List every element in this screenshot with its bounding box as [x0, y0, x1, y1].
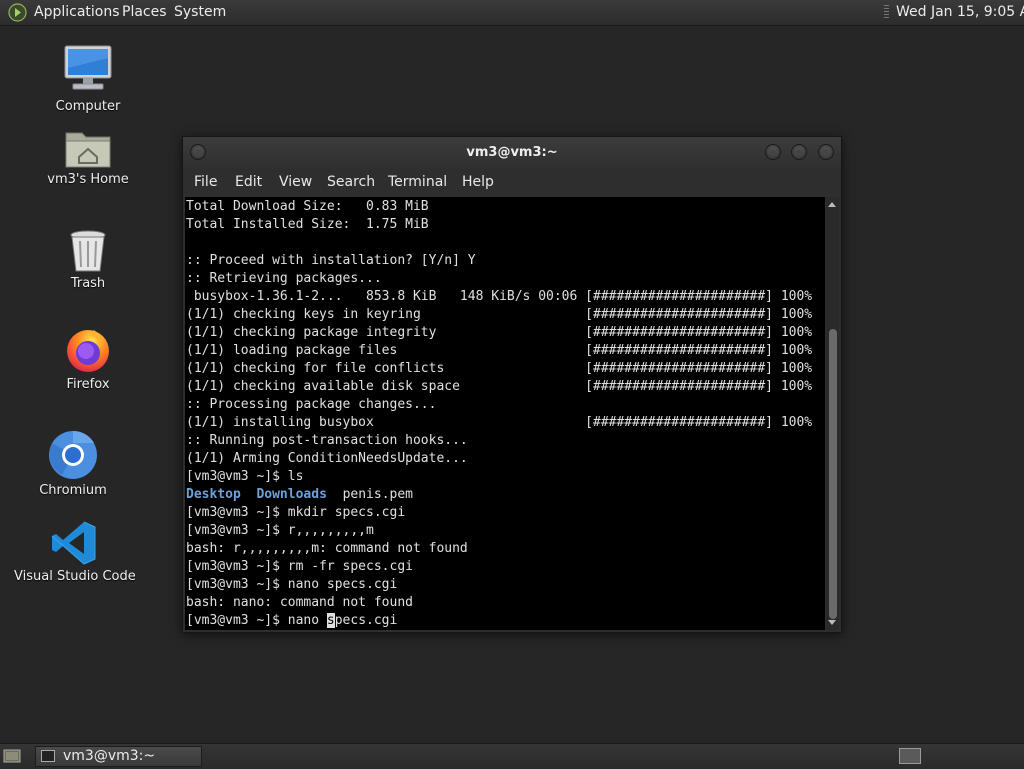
- distro-logo-icon[interactable]: [8, 3, 27, 22]
- workspace-switcher[interactable]: [899, 748, 921, 764]
- desktop-icon-label: Chromium: [39, 483, 107, 498]
- terminal-line: :: Proceed with installation? [Y/n] Y: [186, 253, 476, 268]
- terminal-line: (1/1) checking for file conflicts [#####…: [186, 361, 813, 376]
- desktop-icon-label: Visual Studio Code: [14, 569, 136, 584]
- window-titlebar[interactable]: vm3@vm3:~: [183, 137, 841, 169]
- terminal-line: bash: r,,,,,,,,,m: command not found: [186, 541, 468, 556]
- desktop-icon-home[interactable]: vm3's Home: [38, 127, 138, 187]
- terminal-line: [vm3@vm3 ~]$ rm -fr specs.cgi: [186, 559, 413, 574]
- terminal-line: Total Installed Size: 1.75 MiB: [186, 217, 429, 232]
- taskbar-label: vm3@vm3:~: [63, 748, 156, 764]
- vscode-icon: [51, 521, 96, 565]
- terminal-line: [vm3@vm3 ~]$ mkdir specs.cgi: [186, 505, 406, 520]
- terminal-line: :: Processing package changes...: [186, 397, 437, 412]
- desktop-icon-computer[interactable]: Computer: [48, 44, 128, 114]
- desktop-icon-label: Trash: [70, 276, 106, 291]
- desktop-icon-label: vm3's Home: [47, 172, 129, 187]
- chromium-icon: [49, 430, 97, 479]
- terminal-line: :: Running post-transaction hooks...: [186, 433, 468, 448]
- ls-file: penis.pem: [342, 487, 414, 502]
- menu-view[interactable]: View: [279, 174, 312, 190]
- firefox-icon: [67, 330, 109, 372]
- text-cursor: s: [326, 613, 335, 628]
- ls-directory: Desktop: [186, 487, 241, 502]
- computer-icon: [64, 45, 112, 90]
- bottom-panel: vm3@vm3:~: [0, 743, 1024, 769]
- terminal-line: Total Download Size: 0.83 MiB: [186, 199, 429, 214]
- terminal-line: [vm3@vm3 ~]$ nano specs.cgi: [186, 577, 398, 592]
- terminal-line: [vm3@vm3 ~]$ r,,,,,,,,,m: [186, 523, 374, 538]
- terminal-output[interactable]: Total Download Size: 0.83 MiB Total Inst…: [185, 197, 825, 630]
- terminal-line: (1/1) checking keys in keyring [########…: [186, 307, 813, 322]
- clock[interactable]: Wed Jan 15, 9:05 AM: [896, 4, 1024, 20]
- menu-file[interactable]: File: [194, 174, 217, 190]
- scroll-down-arrow-icon[interactable]: [828, 620, 836, 625]
- desktop-icon-trash[interactable]: Trash: [48, 229, 128, 291]
- terminal-line: (1/1) checking available disk space [###…: [186, 379, 813, 394]
- terminal-scrollbar[interactable]: [826, 197, 839, 630]
- desktop-icon-chromium[interactable]: Chromium: [33, 430, 113, 498]
- desktop-icon-label: Firefox: [66, 377, 110, 392]
- desktop-icon-firefox[interactable]: Firefox: [48, 326, 128, 392]
- terminal-line: (1/1) loading package files [###########…: [186, 343, 813, 358]
- home-folder-icon: [65, 132, 111, 168]
- terminal-line: (1/1) Arming ConditionNeedsUpdate...: [186, 451, 468, 466]
- menu-edit[interactable]: Edit: [235, 174, 262, 190]
- terminal-icon: [41, 750, 55, 762]
- terminal-line: (1/1) installing busybox [##############…: [186, 415, 813, 430]
- minimize-button[interactable]: [765, 144, 781, 160]
- menu-search[interactable]: Search: [327, 174, 375, 190]
- scrollbar-thumb[interactable]: [829, 329, 837, 619]
- places-menu[interactable]: Places: [122, 4, 167, 20]
- system-menu[interactable]: System: [174, 4, 226, 20]
- ls-directory: Downloads: [256, 487, 327, 502]
- maximize-button[interactable]: [791, 144, 807, 160]
- terminal-line: busybox-1.36.1-2... 853.8 KiB 148 KiB/s …: [186, 289, 813, 304]
- terminal-line: [vm3@vm3 ~]$ ls: [186, 469, 304, 484]
- trash-icon: [70, 230, 106, 272]
- close-button[interactable]: [818, 144, 834, 160]
- command-input-rest: pecs.cgi: [334, 613, 398, 628]
- taskbar-terminal-button[interactable]: vm3@vm3:~: [35, 746, 202, 767]
- applications-menu[interactable]: Applications: [34, 4, 120, 20]
- terminal-window[interactable]: vm3@vm3:~ File Edit View Search Terminal…: [182, 136, 842, 633]
- panel-handle[interactable]: [884, 5, 889, 20]
- desktop-icon-vscode[interactable]: Visual Studio Code: [14, 520, 136, 584]
- show-desktop-icon[interactable]: [3, 748, 21, 764]
- terminal-line: bash: nano: command not found: [186, 595, 413, 610]
- terminal-line: (1/1) checking package integrity [######…: [186, 325, 813, 340]
- window-menubar: File Edit View Search Terminal Help: [183, 169, 841, 197]
- window-title: vm3@vm3:~: [466, 145, 558, 160]
- menu-help[interactable]: Help: [462, 174, 494, 190]
- desktop-icon-label: Computer: [55, 99, 121, 114]
- command-prompt: [vm3@vm3 ~]$ nano: [186, 613, 327, 628]
- scroll-up-arrow-icon[interactable]: [828, 202, 836, 207]
- terminal-line: :: Retrieving packages...: [186, 271, 382, 286]
- menu-terminal[interactable]: Terminal: [388, 174, 447, 190]
- top-panel: Applications Places System Wed Jan 15, 9…: [0, 0, 1024, 26]
